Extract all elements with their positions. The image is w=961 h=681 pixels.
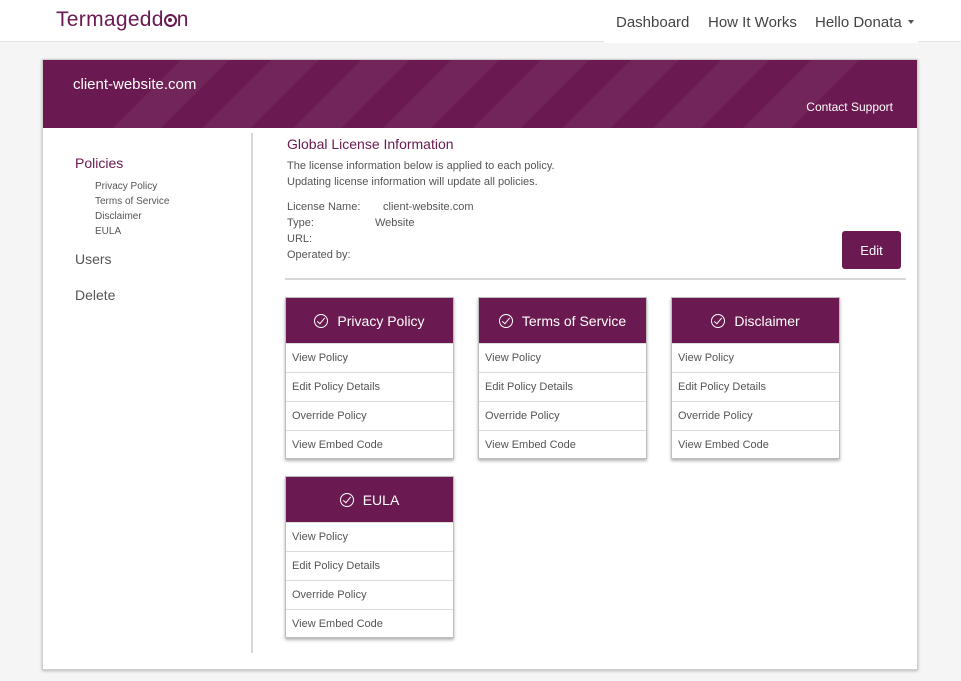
license-description-line-1: The license information below is applied… — [287, 160, 555, 172]
edit-policy-details-link[interactable]: Edit Policy Details — [672, 372, 839, 401]
view-embed-code-link[interactable]: View Embed Code — [672, 430, 839, 459]
caret-down-icon — [907, 20, 914, 24]
nav-how-it-works[interactable]: How It Works — [708, 14, 797, 31]
sidebar-divider — [251, 133, 253, 653]
override-policy-link[interactable]: Override Policy — [286, 401, 453, 430]
sidebar-policies[interactable]: Policies — [75, 155, 123, 171]
check-circle-icon — [314, 313, 329, 328]
license-type-label: Type: — [287, 217, 314, 229]
policy-card-header[interactable]: Disclaimer — [672, 298, 839, 343]
nav-dashboard[interactable]: Dashboard — [616, 14, 689, 31]
check-circle-icon — [339, 492, 354, 507]
sidebar-subitem-eula[interactable]: EULA — [95, 226, 121, 237]
view-embed-code-link[interactable]: View Embed Code — [479, 430, 646, 459]
view-policy-link[interactable]: View Policy — [672, 343, 839, 372]
sidebar-delete[interactable]: Delete — [75, 287, 115, 303]
sidebar-users[interactable]: Users — [75, 251, 112, 267]
view-embed-code-link[interactable]: View Embed Code — [286, 609, 453, 638]
policy-card-header[interactable]: Terms of Service — [479, 298, 646, 343]
user-greeting: Hello Donata — [815, 14, 902, 31]
override-policy-link[interactable]: Override Policy — [286, 580, 453, 609]
sidebar-subitem-disclaimer[interactable]: Disclaimer — [95, 211, 142, 222]
check-circle-icon — [711, 313, 726, 328]
license-name-value: client-website.com — [383, 201, 474, 213]
edit-policy-details-link[interactable]: Edit Policy Details — [286, 372, 453, 401]
view-policy-link[interactable]: View Policy — [286, 343, 453, 372]
policy-card-terms-of-service: Terms of Service View Policy Edit Policy… — [478, 297, 647, 459]
override-policy-link[interactable]: Override Policy — [479, 401, 646, 430]
license-name-label: License Name: — [287, 201, 361, 213]
policy-card-privacy-policy: Privacy Policy View Policy Edit Policy D… — [285, 297, 454, 459]
policy-card-title: Disclaimer — [734, 312, 800, 329]
policy-card-title: Terms of Service — [521, 312, 627, 329]
policy-card-title: EULA — [362, 491, 400, 508]
nav-underline — [604, 41, 918, 43]
policy-card-header[interactable]: Privacy Policy — [286, 298, 453, 343]
sidebar-subitem-terms-of-service[interactable]: Terms of Service — [95, 196, 169, 207]
check-circle-icon — [498, 313, 513, 328]
logo-o-icon — [163, 14, 177, 27]
view-policy-link[interactable]: View Policy — [479, 343, 646, 372]
user-menu-dropdown[interactable]: Hello Donata — [815, 14, 914, 31]
termageddon-logo[interactable]: Termagedd n — [56, 8, 189, 32]
license-panel: client-website.com Contact Support Polic… — [42, 59, 918, 670]
edit-policy-details-link[interactable]: Edit Policy Details — [479, 372, 646, 401]
policy-card-title: Privacy Policy — [337, 312, 425, 329]
license-section-title: Global License Information — [287, 136, 454, 152]
section-divider — [285, 278, 906, 280]
policy-card-header[interactable]: EULA — [286, 477, 453, 522]
override-policy-link[interactable]: Override Policy — [672, 401, 839, 430]
policy-card-eula: EULA View Policy Edit Policy Details Ove… — [285, 476, 454, 638]
top-navbar: Termagedd n Dashboard How It Works Hello … — [0, 0, 961, 42]
license-type-value: Website — [375, 217, 415, 229]
view-policy-link[interactable]: View Policy — [286, 522, 453, 551]
license-banner: client-website.com Contact Support — [43, 60, 917, 128]
license-url-label: URL: — [287, 233, 313, 245]
license-description-line-2: Updating license information will update… — [287, 176, 538, 188]
policy-card-disclaimer: Disclaimer View Policy Edit Policy Detai… — [671, 297, 840, 459]
edit-policy-details-link[interactable]: Edit Policy Details — [286, 551, 453, 580]
license-operated-by-label: Operated by: — [287, 249, 351, 261]
domain-title: client-website.com — [73, 76, 197, 93]
contact-support-link[interactable]: Contact Support — [806, 100, 893, 114]
edit-license-button[interactable]: Edit — [842, 231, 901, 269]
sidebar-subitem-privacy-policy[interactable]: Privacy Policy — [95, 181, 157, 192]
view-embed-code-link[interactable]: View Embed Code — [286, 430, 453, 459]
